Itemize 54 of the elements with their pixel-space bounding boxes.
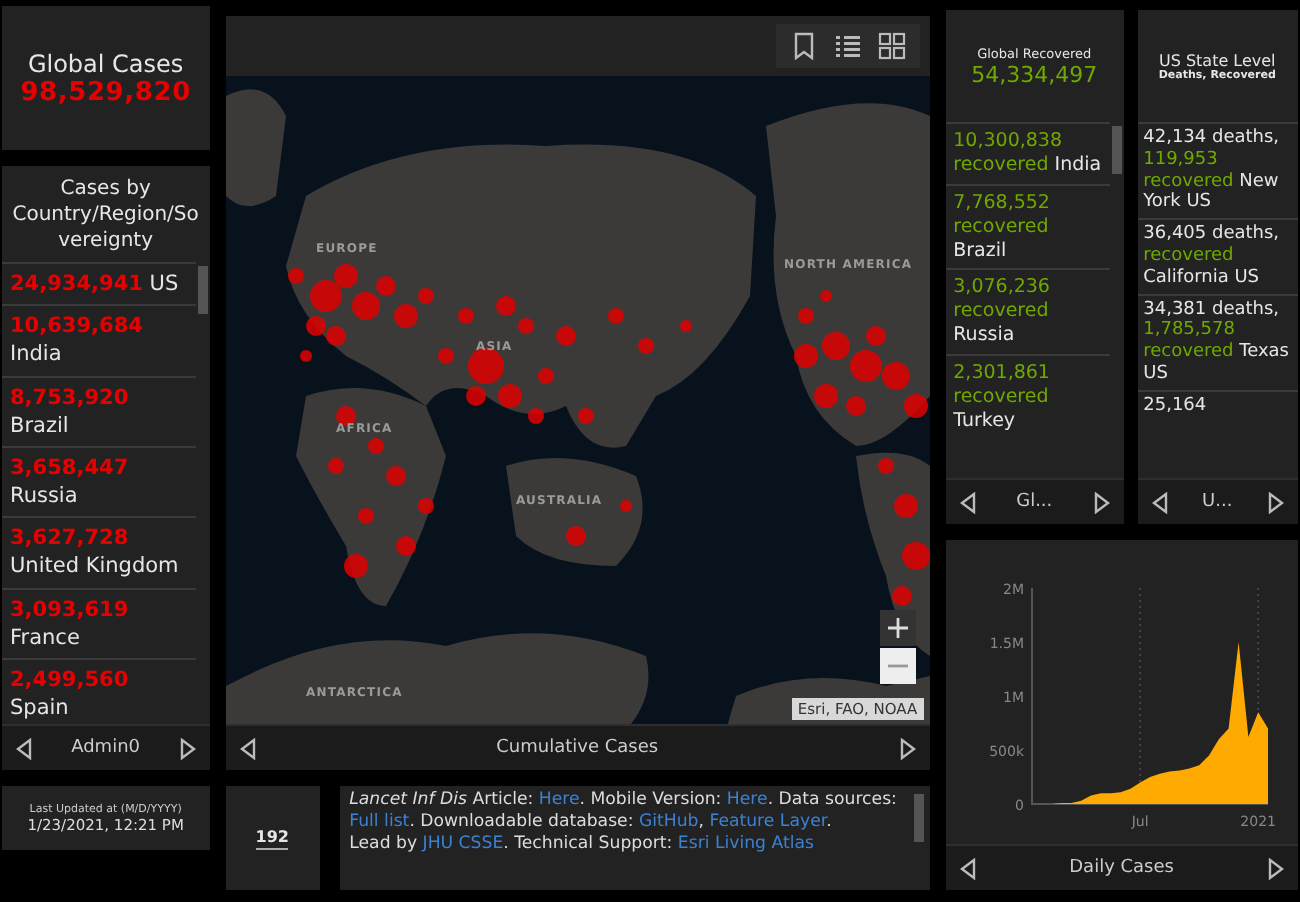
left-arrow-icon[interactable] — [239, 737, 256, 759]
text-link[interactable]: Feature Layer — [709, 812, 827, 833]
plus-icon — [887, 618, 908, 638]
country-case-entry[interactable]: 3,658,447 Russia — [2, 445, 196, 517]
scrollbar[interactable] — [197, 266, 208, 314]
recovered-entry[interactable]: 2,301,861 recovered Turkey — [945, 354, 1110, 440]
panel-title-label[interactable]: U... — [1202, 492, 1233, 512]
left-arrow-icon[interactable] — [959, 857, 976, 879]
text-link[interactable]: Here — [538, 790, 580, 810]
text-link[interactable]: Here — [726, 790, 768, 810]
text-link[interactable]: Full list — [349, 812, 410, 833]
panel-title-label[interactable]: Cumulative Cases — [496, 738, 659, 758]
left-arrow-icon[interactable] — [959, 491, 976, 513]
left-arrow-icon[interactable] — [1151, 491, 1168, 513]
panel-heading: Cases by Country/Region/Sovereignty — [10, 176, 201, 256]
panel-heading: US State Level — [1158, 51, 1276, 69]
country-case-entry[interactable]: 10,639,684 India — [2, 304, 196, 376]
bookmark-icon[interactable] — [789, 31, 818, 60]
country-case-entry[interactable]: 8,753,920 Brazil — [2, 375, 196, 446]
list-icon[interactable] — [833, 31, 862, 60]
state-entry[interactable]: 25,164 — [1137, 389, 1298, 422]
state-entry[interactable]: 36,405 deaths, recovered California US — [1137, 218, 1298, 294]
country-case-entry[interactable]: 3,093,619 France — [2, 587, 196, 658]
right-arrow-icon[interactable] — [179, 737, 196, 759]
text-link[interactable]: JHU CSSE — [422, 834, 504, 855]
right-arrow-icon[interactable] — [899, 737, 916, 759]
right-arrow-icon[interactable] — [1093, 491, 1110, 513]
minus-icon — [887, 664, 908, 668]
right-arrow-icon[interactable] — [1267, 857, 1284, 879]
panel-heading: Global Cases — [27, 49, 184, 77]
country-case-entry[interactable]: 3,627,728 United Kingdom — [2, 516, 196, 588]
text-link[interactable]: GitHub — [638, 812, 699, 833]
panel-title-label[interactable]: Daily Cases — [1069, 858, 1174, 878]
info-paragraph: Lancet Inf Dis Article: Here. Mobile Version: Here. Data sources: Full list. Downloadable database: GitHub, Feature Layer. — [349, 790, 899, 835]
scrollbar[interactable] — [1111, 126, 1122, 174]
state-entry[interactable]: 42,134 deaths, 119,953 recovered New York US — [1137, 122, 1298, 219]
info-paragraph: Lead by JHU CSSE. Technical Support: Esri Living Atlas — [349, 834, 816, 858]
scrollbar[interactable] — [913, 794, 924, 842]
country-case-entry[interactable]: 24,934,941 US — [2, 262, 196, 305]
text-link[interactable]: Esri Living Atlas — [677, 834, 814, 855]
total-count: 54,334,497 — [971, 61, 1098, 87]
total-count: 98,529,820 — [20, 77, 191, 107]
count-value: 192 — [255, 827, 289, 849]
state-entry[interactable]: 34,381 deaths, 1,785,578 recovered Texas US — [1137, 293, 1298, 390]
zoom-in-button[interactable] — [879, 610, 916, 646]
panel-title-label[interactable]: Gl... — [1016, 492, 1053, 512]
left-arrow-icon[interactable] — [16, 737, 32, 759]
recovered-entry[interactable]: 3,076,236 recovered Russia — [945, 268, 1110, 354]
panel-title-label[interactable]: Admin0 — [71, 738, 141, 758]
zoom-out-button[interactable] — [879, 648, 916, 684]
right-arrow-icon[interactable] — [1267, 491, 1284, 513]
grid-icon[interactable] — [877, 31, 906, 60]
recovered-entry[interactable]: 10,300,838 recovered India — [945, 122, 1110, 184]
recovered-entry[interactable]: 7,768,552 recovered Brazil — [945, 183, 1110, 269]
